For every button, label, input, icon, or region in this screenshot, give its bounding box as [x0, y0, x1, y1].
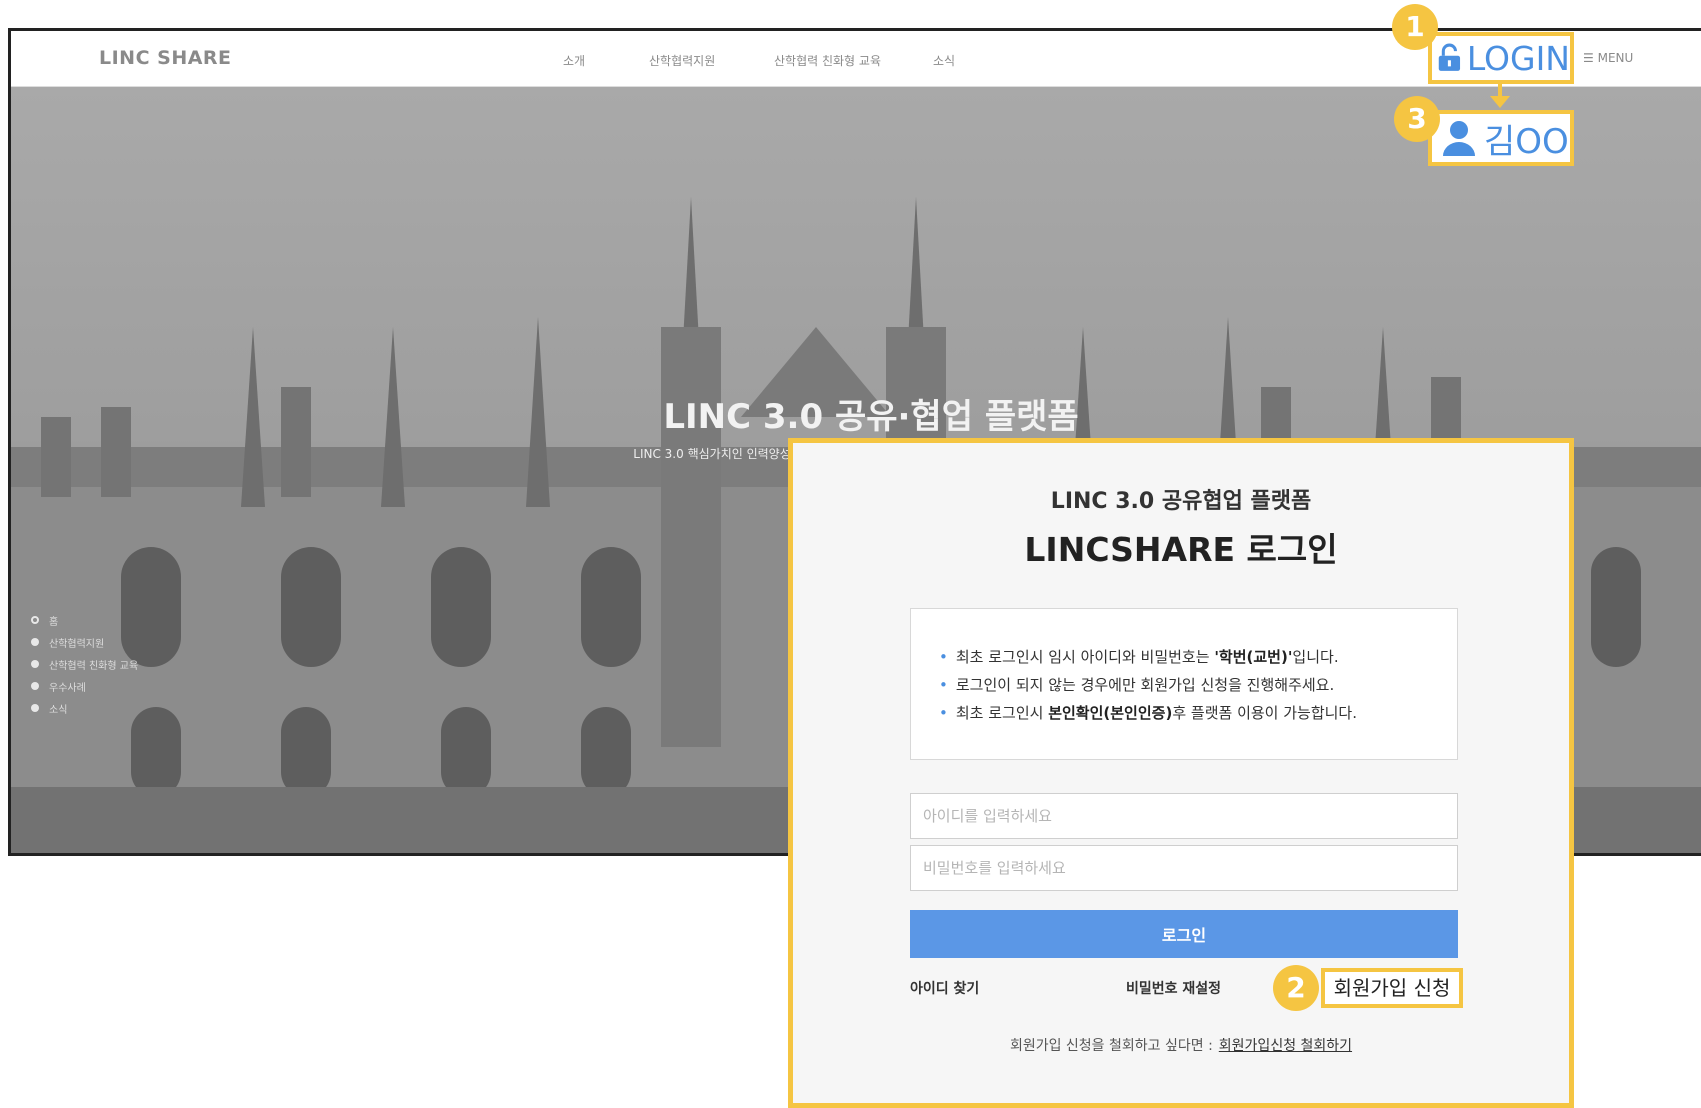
- side-nav-item-education[interactable]: 산학협력 친화형 교육: [31, 653, 138, 675]
- dot-icon: [31, 682, 39, 690]
- notice-item: • 최초 로그인시 본인확인(본인인증)후 플랫폼 이용이 가능합니다.: [939, 704, 1358, 722]
- login-button-callout[interactable]: LOGIN: [1428, 32, 1574, 84]
- notice-item: • 로그인이 되지 않는 경우에만 회원가입 신청을 진행해주세요.: [939, 676, 1335, 694]
- login-notice-box: • 최초 로그인시 임시 아이디와 비밀번호는 '학번(교번)'입니다. • 로그인…: [910, 608, 1458, 760]
- reset-password-link[interactable]: 비밀번호 재설정: [1126, 978, 1221, 998]
- withdraw-signup-link[interactable]: 회원가입신청 철회하기: [1219, 1038, 1352, 1054]
- dot-icon: [31, 638, 39, 646]
- find-id-link[interactable]: 아이디 찾기: [910, 978, 979, 998]
- side-nav-item-cases[interactable]: 우수사례: [31, 675, 138, 697]
- notice-item: • 최초 로그인시 임시 아이디와 비밀번호는 '학번(교번)'입니다.: [939, 648, 1339, 666]
- nav-item-support[interactable]: 산학협력지원: [649, 52, 715, 69]
- flow-arrow-head: [1490, 96, 1510, 108]
- user-icon: [1443, 121, 1475, 156]
- user-name: 김OO: [1484, 121, 1569, 162]
- login-modal: LINC 3.0 공유협업 플랫폼 LINCSHARE 로그인 • 최초 로그인시…: [788, 438, 1574, 1108]
- side-nav-item-support[interactable]: 산학협력지원: [31, 631, 138, 653]
- modal-subtitle: LINC 3.0 공유협업 플랫폼: [1050, 489, 1312, 514]
- step-badge-2: 2: [1273, 965, 1319, 1011]
- side-nav-item-news[interactable]: 소식: [31, 697, 138, 719]
- dot-icon: [31, 704, 39, 712]
- login-submit-button[interactable]: 로그인: [910, 910, 1458, 958]
- id-input[interactable]: [910, 793, 1458, 839]
- user-name-callout: 김OO: [1428, 110, 1574, 166]
- unlock-icon: [1438, 43, 1461, 71]
- menu-button[interactable]: ☰ MENU: [1583, 51, 1633, 65]
- active-dot-icon: [31, 616, 39, 624]
- login-label: LOGIN: [1466, 38, 1570, 78]
- hamburger-icon: ☰: [1583, 51, 1594, 65]
- dot-icon: [31, 660, 39, 668]
- step-badge-3: 3: [1394, 96, 1440, 142]
- nav-item-education[interactable]: 산학협력 친화형 교육: [774, 52, 881, 69]
- withdraw-signup-row: 회원가입 신청을 철회하고 싶다면 : 회원가입신청 철회하기: [1009, 1038, 1353, 1054]
- side-nav-item-home[interactable]: 홈: [31, 609, 138, 631]
- site-logo[interactable]: LINC SHARE: [99, 47, 232, 69]
- modal-title: LINCSHARE 로그인: [1024, 530, 1338, 569]
- password-input[interactable]: [910, 845, 1458, 891]
- hero-title: LINC 3.0 공유·협업 플랫폼: [663, 397, 1079, 437]
- step-badge-1: 1: [1392, 4, 1438, 50]
- nav-item-intro[interactable]: 소개: [563, 52, 585, 69]
- nav-item-news[interactable]: 소식: [933, 52, 955, 69]
- signup-request-link[interactable]: 회원가입 신청: [1321, 968, 1463, 1008]
- side-navigation: 홈 산학협력지원 산학협력 친화형 교육 우수사례 소식: [31, 609, 138, 719]
